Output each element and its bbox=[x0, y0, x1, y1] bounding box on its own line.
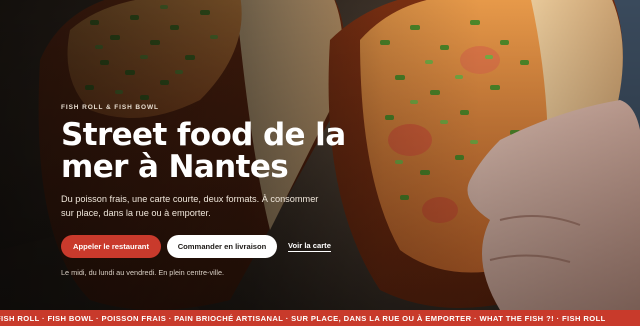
hero-actions: Appeler le restaurant Commander en livra… bbox=[61, 235, 331, 258]
hero-eyebrow: FISH ROLL & FISH BOWL bbox=[61, 104, 159, 111]
hero-title: Street food de la mer à Nantes bbox=[61, 117, 346, 185]
marquee-banner: FISH ROLL · FISH BOWL · POISSON FRAIS · … bbox=[0, 310, 640, 326]
marquee-text: FISH ROLL · FISH BOWL · POISSON FRAIS · … bbox=[0, 313, 606, 323]
hero-subtitle: Du poisson frais, une carte courte, deux… bbox=[61, 194, 319, 218]
call-restaurant-button[interactable]: Appeler le restaurant bbox=[61, 235, 161, 258]
view-menu-link[interactable]: Voir la carte bbox=[288, 241, 331, 252]
order-delivery-button[interactable]: Commander en livraison bbox=[167, 235, 277, 258]
hero-section: FISH ROLL & FISH BOWL Street food de la … bbox=[0, 0, 640, 310]
hero-content: FISH ROLL & FISH BOWL Street food de la … bbox=[61, 104, 391, 220]
opening-hours-note: Le midi, du lundi au vendredi. En plein … bbox=[61, 268, 225, 277]
